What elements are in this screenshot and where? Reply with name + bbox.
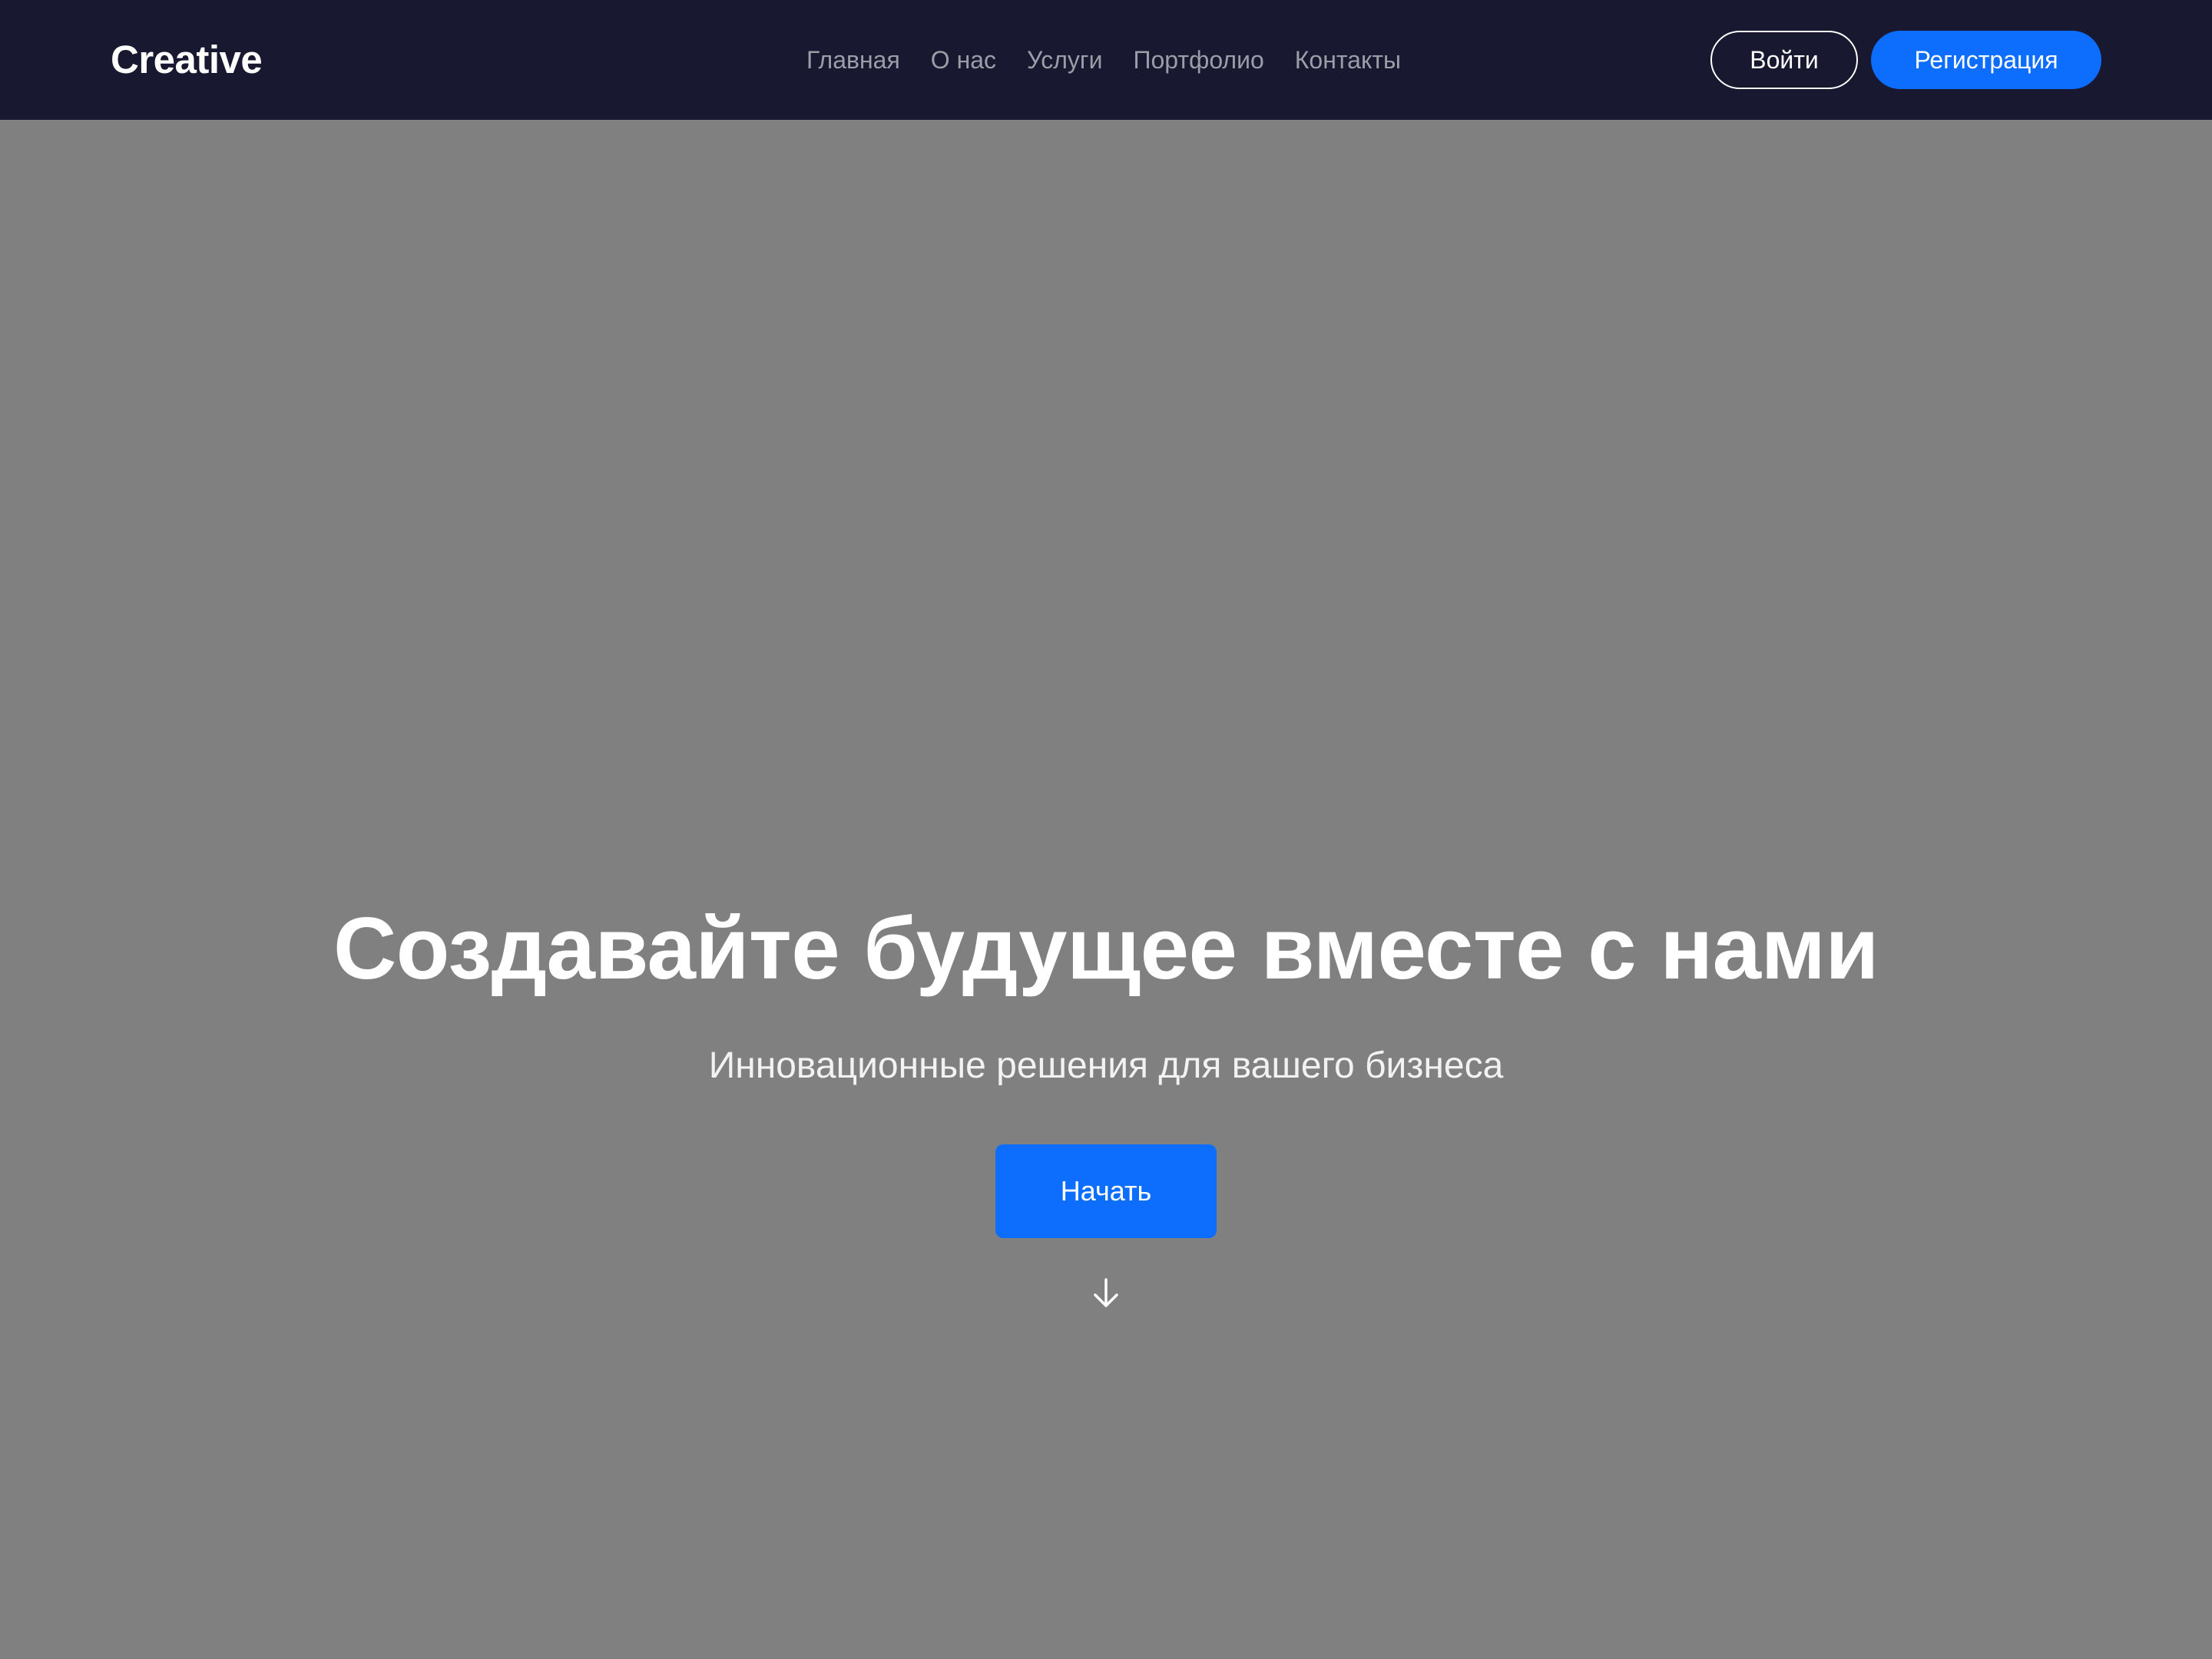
nav-link-portfolio[interactable]: Портфолио [1133, 40, 1263, 80]
nav-link-services[interactable]: Услуги [1027, 40, 1102, 80]
nav-link-home[interactable]: Главная [806, 40, 900, 80]
nav-link-contacts[interactable]: Контакты [1295, 40, 1401, 80]
hero-title: Создавайте будущее вместе с нами [333, 900, 1879, 998]
hero-subtitle: Инновационные решения для вашего бизнеса [708, 1045, 1504, 1086]
hero-section: Создавайте будущее вместе с нами Инновац… [0, 120, 2212, 1659]
arrow-down-icon[interactable] [1089, 1277, 1123, 1310]
login-button[interactable]: Войти [1710, 31, 1858, 89]
start-button[interactable]: Начать [995, 1144, 1217, 1238]
navbar: Creative Главная О нас Услуги Портфолио … [0, 0, 2212, 120]
register-button[interactable]: Регистрация [1871, 31, 2101, 89]
nav-link-about[interactable]: О нас [931, 40, 996, 80]
